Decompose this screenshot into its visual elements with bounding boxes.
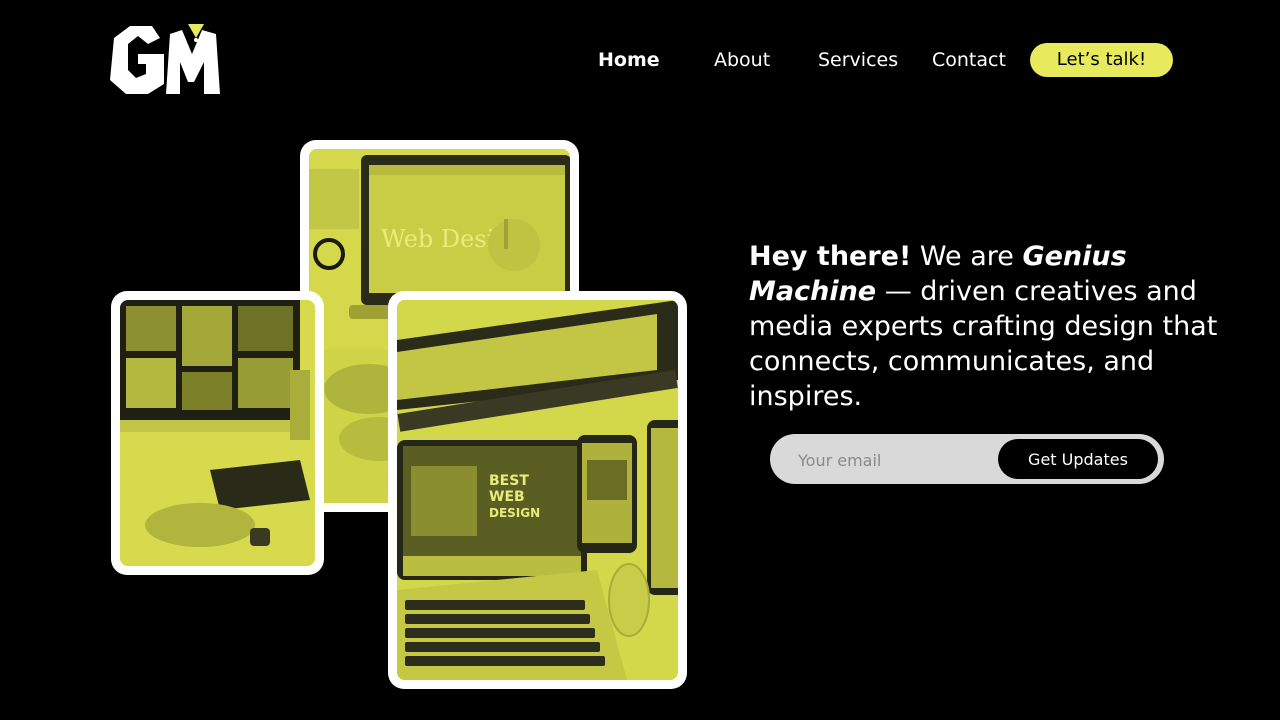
lets-talk-button[interactable]: Let’s talk! bbox=[1030, 43, 1173, 77]
hero-text: Hey there! We are Genius Machine — drive… bbox=[749, 239, 1219, 414]
image-card-devices: BEST WEB DESIGN bbox=[388, 291, 687, 689]
nav-home[interactable]: Home bbox=[598, 48, 660, 72]
hero-we-are: We are bbox=[911, 241, 1023, 272]
nav-services[interactable]: Services bbox=[818, 48, 898, 72]
subscribe-form: Get Updates bbox=[770, 434, 1164, 484]
best-text: BEST bbox=[489, 473, 529, 489]
design-text: DESIGN bbox=[489, 506, 540, 520]
nav-about[interactable]: About bbox=[714, 48, 770, 72]
image-card-desk bbox=[111, 291, 324, 575]
nav-contact[interactable]: Contact bbox=[932, 48, 1006, 72]
web-text: WEB bbox=[489, 489, 525, 505]
email-input[interactable] bbox=[786, 442, 1000, 478]
get-updates-button[interactable]: Get Updates bbox=[998, 439, 1158, 479]
main-nav: Home About Services Contact Let’s talk! bbox=[0, 0, 1280, 120]
devices-best-web-design-image: BEST WEB DESIGN bbox=[397, 300, 678, 680]
hero-greeting: Hey there! bbox=[749, 241, 912, 272]
desk-computer-image bbox=[120, 300, 315, 566]
